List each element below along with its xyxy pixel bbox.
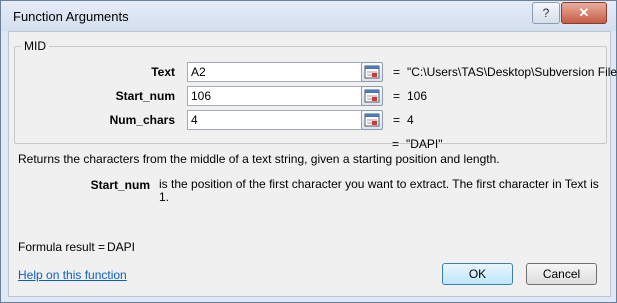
argument-help-text: is the position of the first character y…	[159, 177, 599, 204]
close-button[interactable]: ✕	[561, 2, 607, 24]
title-bar: Function Arguments ? ✕	[1, 1, 616, 31]
formula-result-value: DAPI	[107, 240, 136, 254]
collapse-dialog-icon	[364, 65, 380, 79]
arg-label-text: Text	[151, 65, 175, 79]
collapse-dialog-icon	[364, 113, 380, 127]
arg-label-start-num: Start_num	[115, 89, 175, 103]
equals-sign: =	[393, 89, 401, 103]
cancel-button[interactable]: Cancel	[526, 263, 597, 285]
function-result: "DAPI"	[406, 137, 443, 151]
text-ref-button[interactable]	[361, 62, 383, 82]
function-description: Returns the characters from the middle o…	[18, 152, 500, 166]
num-chars-input[interactable]	[187, 110, 365, 130]
equals-sign: =	[392, 137, 400, 151]
equals-sign: =	[393, 113, 401, 127]
dialog-title: Function Arguments	[13, 9, 129, 24]
arg-label-num-chars: Num_chars	[109, 113, 175, 127]
help-title-button[interactable]: ?	[532, 2, 560, 24]
text-argument-input[interactable]	[187, 62, 365, 82]
help-on-function-link[interactable]: Help on this function	[18, 268, 127, 282]
arguments-group: MID Text = "C:\Users\TAS\Desktop\Subvers…	[14, 39, 617, 144]
equals-sign: =	[393, 65, 401, 79]
text-argument-result: "C:\Users\TAS\Desktop\Subversion Files	[407, 65, 617, 79]
ok-button[interactable]: OK	[442, 263, 513, 285]
function-arguments-dialog: Function Arguments ? ✕ MID Text = "C:\Us…	[0, 0, 617, 303]
dialog-content: MID Text = "C:\Users\TAS\Desktop\Subvers…	[8, 31, 617, 297]
formula-result-label: Formula result =	[18, 240, 106, 254]
start-num-ref-button[interactable]	[361, 86, 383, 106]
num-chars-result: 4	[407, 113, 414, 127]
collapse-dialog-icon	[364, 89, 380, 103]
start-num-result: 106	[407, 89, 428, 103]
function-name: MID	[21, 39, 49, 53]
num-chars-ref-button[interactable]	[361, 110, 383, 130]
argument-help-name: Start_num	[90, 178, 150, 192]
start-num-input[interactable]	[187, 86, 365, 106]
